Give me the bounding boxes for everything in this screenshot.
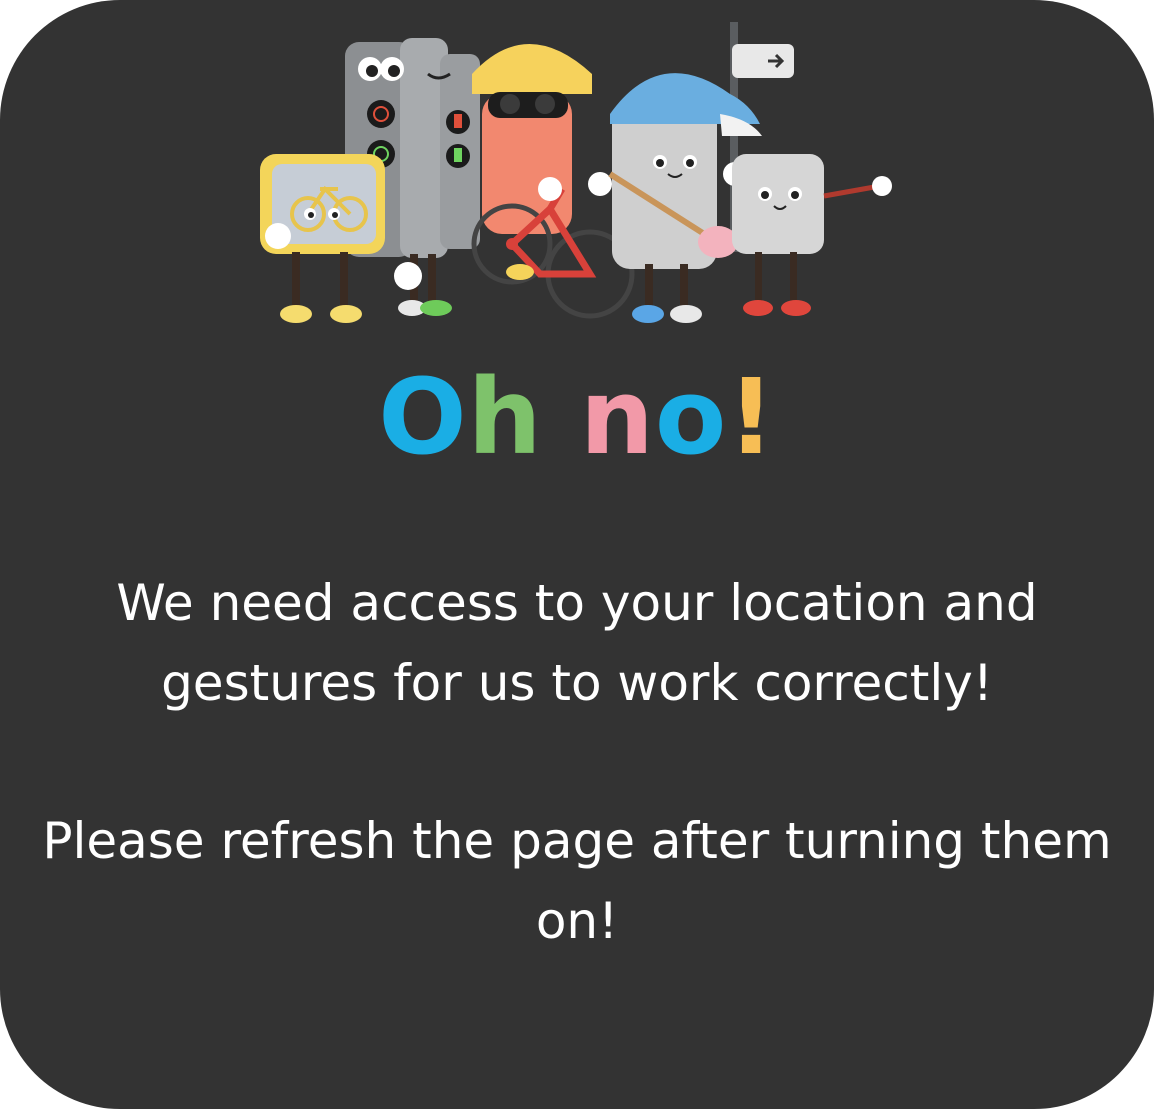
title-letter: O <box>378 356 468 478</box>
bike-sign-mascot <box>260 154 385 323</box>
title-letter <box>543 356 580 478</box>
permission-dialog: Oh no! We need access to your location a… <box>0 0 1154 1109</box>
permission-message: We need access to your location and gest… <box>116 574 1038 712</box>
page-title: Oh no! <box>0 352 1154 482</box>
cyclist-mascot <box>471 44 635 319</box>
title-letter: ! <box>727 356 776 478</box>
title-letter: h <box>467 356 543 478</box>
box-mascot <box>732 154 892 316</box>
title-letter: o <box>654 356 728 478</box>
title-letter: n <box>579 356 655 478</box>
street-mascots-illustration <box>260 22 892 323</box>
refresh-instruction: Please refresh the page after turning th… <box>42 812 1112 950</box>
